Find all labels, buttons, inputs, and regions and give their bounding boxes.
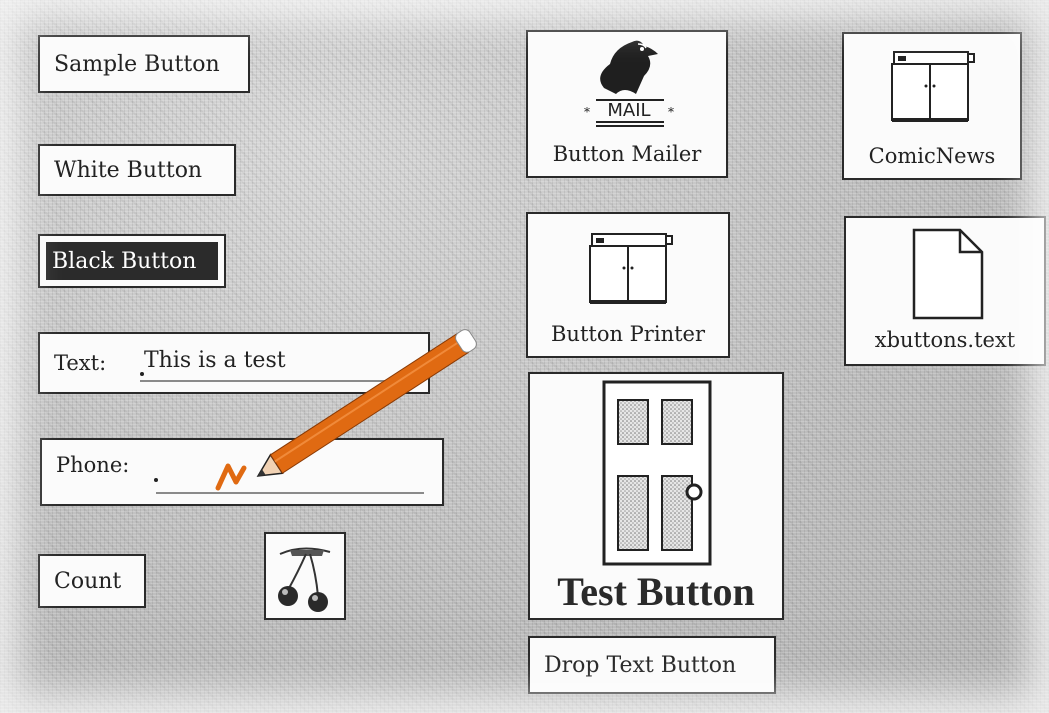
button-mailer-label: Button Mailer: [552, 142, 702, 166]
mail-sign-text: MAIL: [607, 100, 650, 121]
count-button-label: Count: [54, 568, 122, 594]
button-printer[interactable]: Button Printer: [526, 212, 730, 358]
test-button-label: Test Button: [557, 569, 755, 614]
svg-text:*: *: [584, 105, 590, 119]
comic-news-button[interactable]: ComicNews: [842, 32, 1022, 180]
test-button[interactable]: Test Button: [528, 372, 784, 620]
document-icon: [912, 228, 984, 320]
cabinet-icon: [891, 51, 975, 122]
phone-field-label: Phone:: [56, 453, 130, 477]
eagle-mailbox-icon: MAIL * *: [584, 40, 674, 127]
count-button[interactable]: Count: [38, 554, 146, 608]
xbuttons-file-label: xbuttons.text: [874, 328, 1016, 352]
pencil-cursor-icon: [215, 329, 477, 491]
cherries-button[interactable]: [264, 532, 346, 620]
door-icon: [602, 380, 712, 566]
white-button[interactable]: White Button: [38, 144, 236, 196]
text-field-label: Text:: [54, 351, 107, 375]
black-button-label: Black Button: [52, 248, 197, 274]
drop-text-button[interactable]: Drop Text Button: [528, 636, 776, 694]
svg-text:*: *: [668, 105, 674, 119]
printer-icon: [589, 233, 673, 304]
comic-news-label: ComicNews: [868, 144, 996, 168]
sample-button[interactable]: Sample Button: [38, 35, 250, 93]
phone-caret: [154, 478, 158, 482]
black-button[interactable]: Black Button: [38, 234, 226, 288]
sample-button-label: Sample Button: [54, 51, 220, 77]
drop-text-button-label: Drop Text Button: [544, 652, 737, 678]
cherries-icon: [278, 547, 331, 612]
button-printer-label: Button Printer: [551, 322, 705, 346]
button-mailer[interactable]: MAIL * * Button Mailer: [526, 30, 728, 178]
black-button-fill: Black Button: [46, 242, 218, 280]
xbuttons-file-button[interactable]: xbuttons.text: [844, 216, 1046, 366]
white-button-label: White Button: [54, 157, 203, 183]
